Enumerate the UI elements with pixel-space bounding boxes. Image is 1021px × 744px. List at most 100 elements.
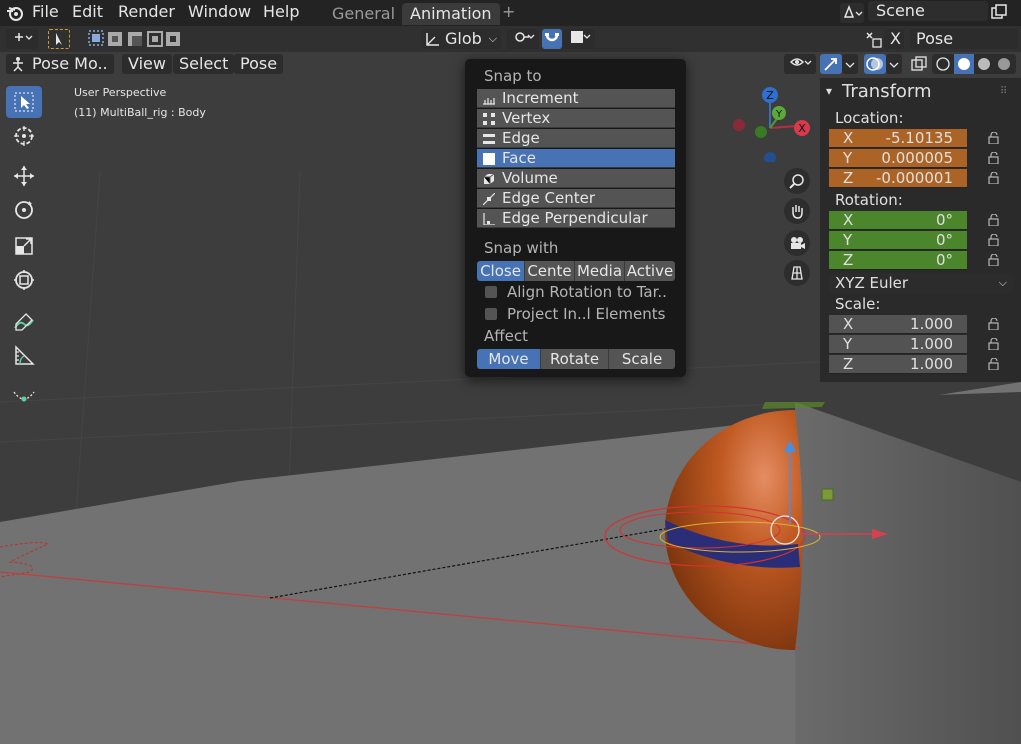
affect-scale[interactable]: Scale bbox=[609, 349, 675, 369]
shading-mode-icons[interactable] bbox=[932, 54, 1016, 74]
x-mirror-toggle[interactable]: X bbox=[884, 29, 904, 49]
rotation-label: Rotation: bbox=[835, 191, 903, 209]
lock-icon[interactable] bbox=[988, 132, 1002, 144]
snap-edge[interactable]: Edge bbox=[477, 129, 675, 148]
rotate-tool[interactable] bbox=[6, 194, 42, 226]
align-rotation-checkbox[interactable]: Align Rotation to Tar.. bbox=[485, 283, 667, 301]
menu-file[interactable]: File bbox=[32, 2, 59, 21]
transform-tool[interactable] bbox=[6, 264, 42, 296]
pan-hand-icon[interactable] bbox=[784, 198, 810, 224]
affect-rotate[interactable]: Rotate bbox=[541, 349, 609, 369]
menu-window[interactable]: Window bbox=[188, 2, 251, 21]
lock-icon[interactable] bbox=[988, 234, 1002, 246]
copy-scene-icon[interactable] bbox=[990, 3, 1008, 25]
visibility-dropdown[interactable] bbox=[784, 54, 816, 74]
snap-increment[interactable]: Increment bbox=[477, 89, 675, 108]
align-rotation-box[interactable] bbox=[485, 286, 497, 298]
tab-general[interactable]: General bbox=[324, 3, 403, 25]
select-mode-icons[interactable] bbox=[88, 30, 184, 52]
blender-logo-icon[interactable] bbox=[6, 4, 24, 26]
snap-with-median[interactable]: Media bbox=[575, 261, 625, 281]
snap-edge-perpendicular[interactable]: Edge Perpendicular bbox=[477, 209, 675, 228]
lock-icon[interactable] bbox=[988, 152, 1002, 164]
field-value: 1.000 bbox=[910, 355, 953, 373]
axis-label: Z bbox=[843, 355, 854, 373]
transform-title: Transform bbox=[842, 81, 932, 102]
pose-menu[interactable]: Pose bbox=[234, 54, 284, 74]
location-z-field[interactable]: Z -0.000001 bbox=[829, 169, 967, 188]
scale-z-field[interactable]: Z 1.000 bbox=[829, 355, 967, 374]
transform-orientation-dropdown[interactable]: Glob ⌵ bbox=[421, 29, 501, 49]
cursor-tool[interactable] bbox=[6, 120, 42, 152]
bone-envelope-tool[interactable] bbox=[6, 380, 42, 412]
lock-icon[interactable] bbox=[988, 318, 1002, 330]
top-menu-bar: File Edit Render Window Help General Ani… bbox=[0, 0, 1021, 26]
snap-element-dropdown[interactable] bbox=[563, 29, 595, 49]
snap-with-closest[interactable]: Close bbox=[477, 261, 525, 281]
zoom-icon[interactable] bbox=[784, 168, 810, 194]
snap-toggle-button[interactable] bbox=[542, 29, 562, 49]
location-x-field[interactable]: X -5.10135 bbox=[829, 129, 967, 148]
project-elements-box[interactable] bbox=[485, 308, 497, 320]
tool-header: Glob ⌵ X Pose Options bbox=[0, 26, 1021, 68]
rotation-x-field[interactable]: X 0° bbox=[829, 211, 967, 230]
affect-title: Affect bbox=[484, 327, 528, 345]
editor-type-button[interactable] bbox=[6, 29, 38, 49]
menu-help[interactable]: Help bbox=[263, 2, 299, 21]
select-box-tool[interactable] bbox=[6, 86, 42, 118]
lock-icon[interactable] bbox=[988, 214, 1002, 226]
pose-options-dropdown[interactable]: Pose Options bbox=[910, 29, 1018, 68]
overlay-dropdown[interactable] bbox=[886, 54, 902, 74]
view-menu[interactable]: View bbox=[122, 54, 172, 74]
drag-handle-icon[interactable]: ⠿ bbox=[1000, 86, 1007, 97]
location-y-field[interactable]: Y 0.000005 bbox=[829, 149, 967, 168]
overlay-toggle-button[interactable] bbox=[864, 54, 886, 74]
axis-label: Z bbox=[843, 169, 854, 187]
select-menu[interactable]: Select bbox=[173, 54, 235, 74]
axis-label: X bbox=[843, 211, 854, 229]
snap-vertex[interactable]: Vertex bbox=[477, 109, 675, 128]
affect-move[interactable]: Move bbox=[477, 349, 541, 369]
snap-popup: Snap to Increment Vertex Edge Face Volum… bbox=[465, 59, 686, 377]
camera-view-icon[interactable] bbox=[784, 230, 810, 256]
navigation-gizmo[interactable]: Z Y X bbox=[725, 82, 815, 162]
lock-icon[interactable] bbox=[988, 358, 1002, 370]
snap-face[interactable]: Face bbox=[477, 149, 675, 168]
edge-perpendicular-icon bbox=[483, 213, 495, 225]
snap-with-center[interactable]: Cente bbox=[525, 261, 575, 281]
project-elements-checkbox[interactable]: Project In..l Elements bbox=[485, 305, 665, 323]
annotate-tool[interactable] bbox=[6, 306, 42, 338]
axis-label: X bbox=[843, 315, 854, 333]
increment-icon bbox=[483, 98, 495, 105]
axis-label: Z bbox=[843, 251, 854, 269]
snap-volume[interactable]: Volume bbox=[477, 169, 675, 188]
add-workspace-button[interactable]: + bbox=[502, 2, 515, 21]
rotation-mode-dropdown[interactable]: XYZ Euler ⌵ bbox=[829, 273, 1013, 293]
rotation-z-field[interactable]: Z 0° bbox=[829, 251, 967, 270]
scene-type-icon[interactable] bbox=[840, 3, 864, 23]
snap-with-active[interactable]: Active bbox=[625, 261, 675, 281]
lock-icon[interactable] bbox=[988, 338, 1002, 350]
gizmo-toggle-button[interactable] bbox=[820, 54, 842, 74]
perspective-grid-icon[interactable] bbox=[784, 260, 810, 286]
pivot-point-dropdown[interactable] bbox=[507, 29, 539, 49]
lock-icon[interactable] bbox=[988, 254, 1002, 266]
collapse-chevron-icon[interactable]: ▾ bbox=[826, 84, 832, 98]
measure-tool[interactable] bbox=[6, 340, 42, 372]
select-tool-icon[interactable] bbox=[48, 29, 70, 49]
xray-toggle-icon[interactable] bbox=[910, 56, 928, 78]
mode-dropdown[interactable]: Pose Mo.. bbox=[6, 54, 114, 74]
lock-icon[interactable] bbox=[988, 172, 1002, 184]
gizmo-dropdown[interactable] bbox=[842, 54, 858, 74]
scale-y-field[interactable]: Y 1.000 bbox=[829, 335, 967, 354]
scene-selector[interactable]: Scene bbox=[868, 1, 988, 21]
rotation-y-field[interactable]: Y 0° bbox=[829, 231, 967, 250]
move-tool[interactable] bbox=[6, 160, 42, 192]
menu-render[interactable]: Render bbox=[118, 2, 175, 21]
tab-animation[interactable]: Animation bbox=[402, 3, 500, 25]
pose-x-mirror-icon[interactable] bbox=[864, 30, 882, 52]
menu-edit[interactable]: Edit bbox=[72, 2, 103, 21]
snap-edge-center[interactable]: Edge Center bbox=[477, 189, 675, 208]
scale-tool[interactable] bbox=[6, 230, 42, 262]
scale-x-field[interactable]: X 1.000 bbox=[829, 315, 967, 334]
